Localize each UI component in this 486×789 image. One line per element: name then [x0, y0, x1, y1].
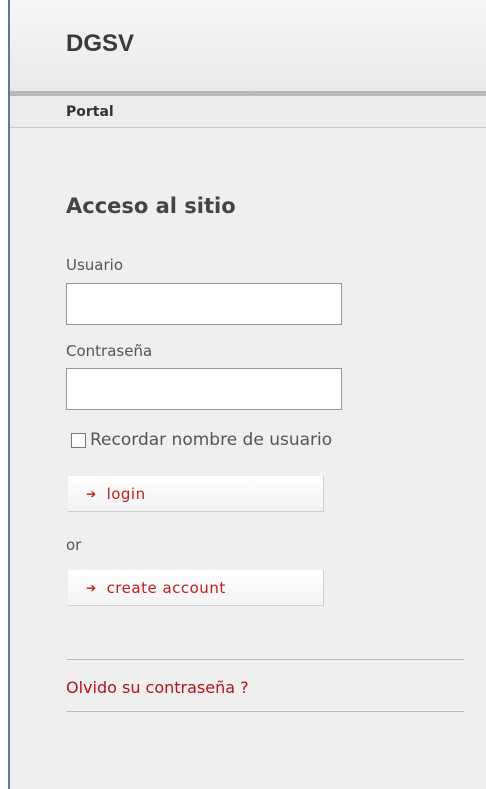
site-title: DGSV [66, 30, 135, 57]
username-label: Usuario [66, 256, 124, 274]
site-header: DGSV [10, 0, 486, 96]
divider-top [66, 659, 464, 660]
forgot-password-link[interactable]: Olvido su contraseña ? [66, 678, 249, 697]
create-account-button-label: create account [106, 578, 226, 597]
breadcrumb-bar: Portal [10, 96, 486, 128]
red-arrow-bullet-icon: ➔ [86, 580, 97, 595]
breadcrumb-portal[interactable]: Portal [66, 104, 114, 120]
remember-checkbox[interactable] [71, 432, 86, 448]
login-button[interactable]: ➔ login [68, 476, 324, 512]
divider-bottom [66, 711, 464, 712]
remember-row: Recordar nombre de usuario [71, 430, 332, 450]
login-button-label: login [106, 484, 146, 503]
red-arrow-bullet-icon: ➔ [86, 486, 97, 501]
remember-label[interactable]: Recordar nombre de usuario [90, 430, 332, 450]
login-title: Acceso al sitio [66, 194, 236, 218]
username-input[interactable] [66, 283, 342, 325]
or-separator: or [66, 536, 82, 554]
create-account-button[interactable]: ➔ create account [68, 570, 324, 606]
password-input[interactable] [66, 368, 342, 410]
password-label: Contraseña [66, 342, 153, 360]
page-frame: DGSV Portal Acceso al sitio Usuario Cont… [8, 0, 486, 789]
